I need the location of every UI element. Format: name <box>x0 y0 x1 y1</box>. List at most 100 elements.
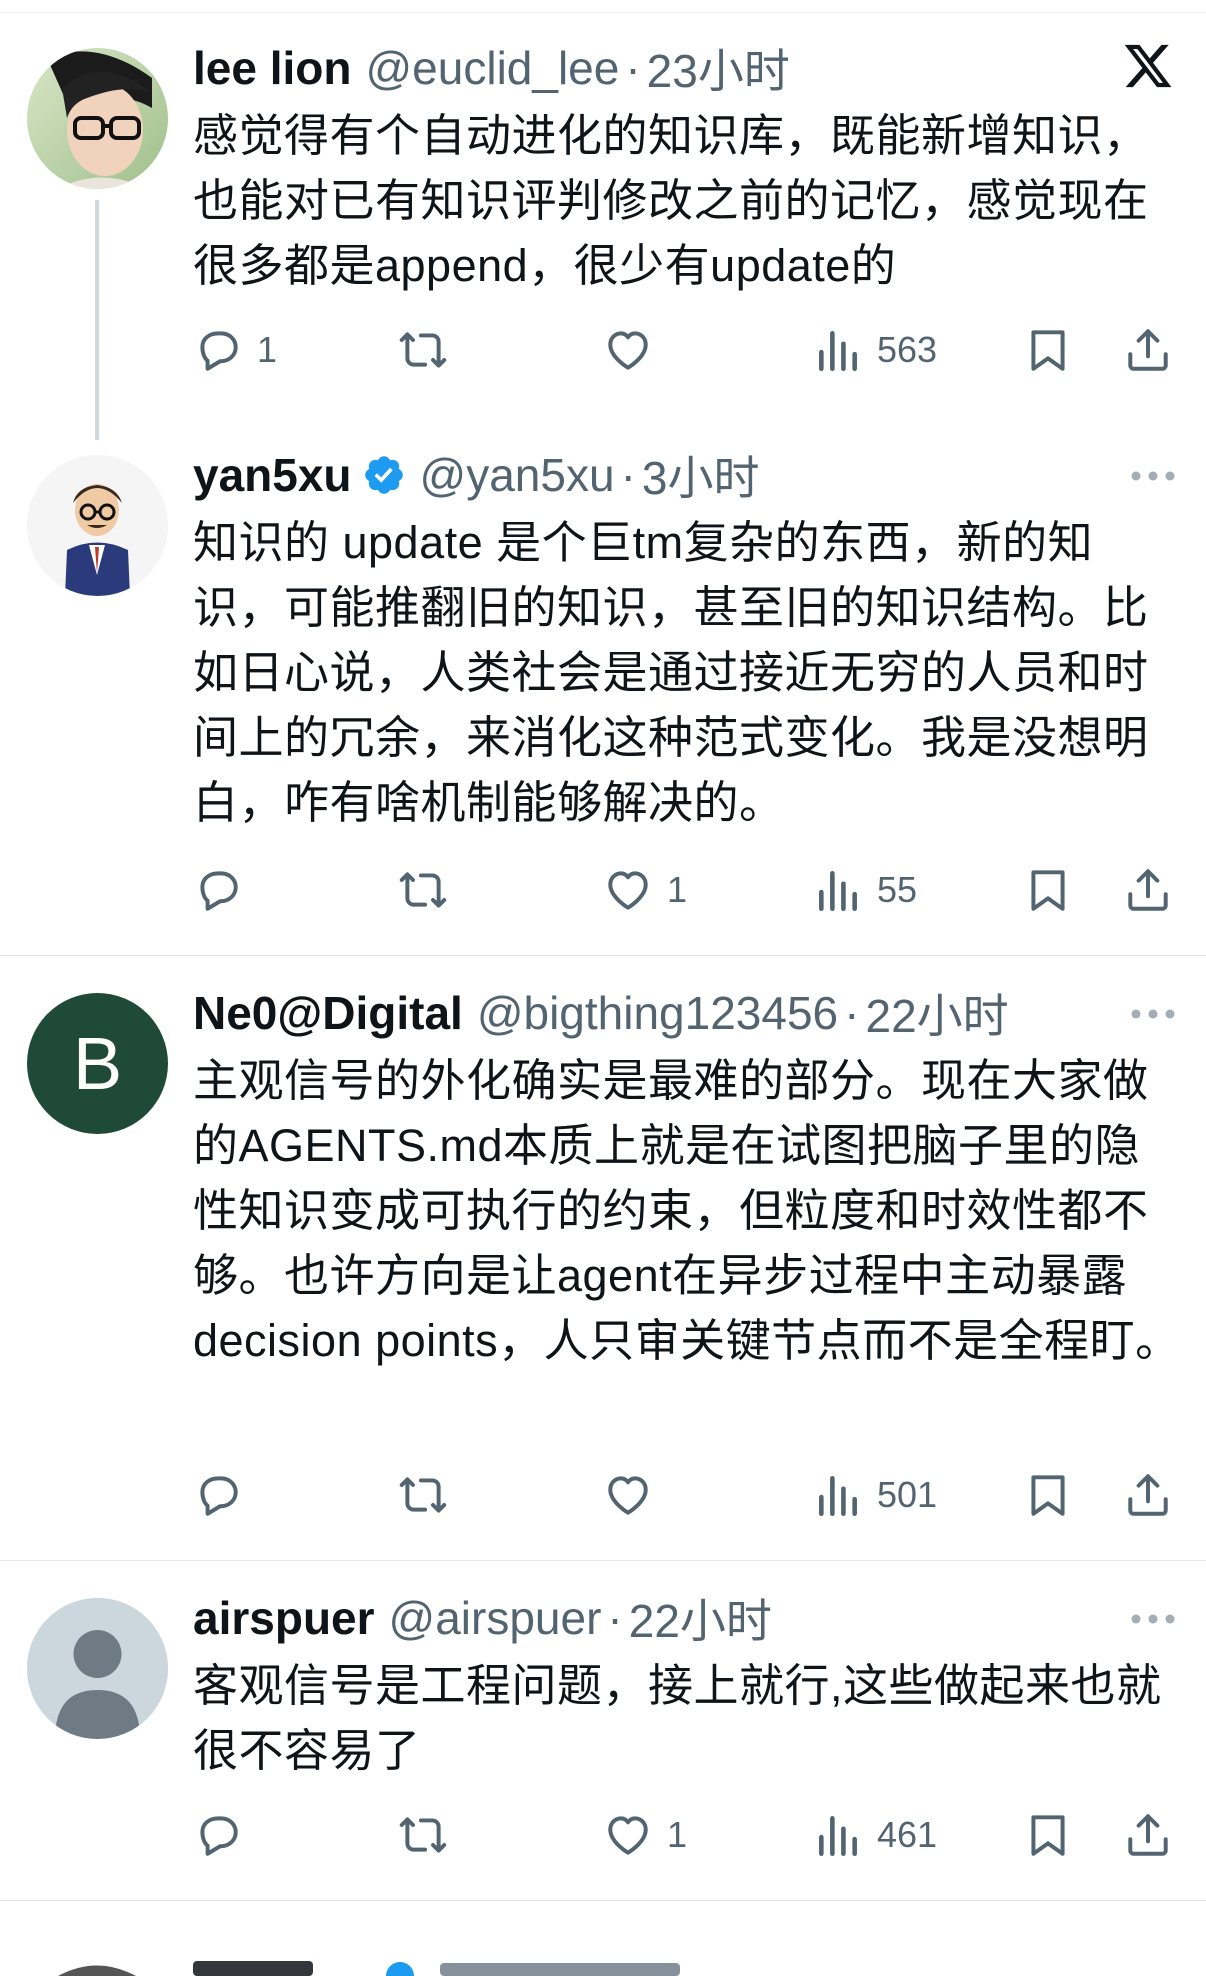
tweet-divider <box>0 955 1206 956</box>
thread-connector-line <box>95 200 99 440</box>
views-chart-icon <box>819 871 857 912</box>
share-button[interactable] <box>1123 1805 1173 1865</box>
retweet-icon <box>399 872 447 908</box>
reply-icon <box>200 1816 238 1856</box>
heart-icon <box>608 871 648 910</box>
more-dots-icon[interactable] <box>1130 1004 1176 1024</box>
action-bar: 1 461 <box>193 1805 1193 1865</box>
like-button[interactable] <box>603 320 667 380</box>
author-name[interactable]: yan5xu <box>193 448 352 502</box>
bookmark-icon <box>1031 330 1065 371</box>
heart-icon <box>608 1476 648 1515</box>
views-count: 55 <box>877 869 918 910</box>
retweet-icon <box>399 332 447 368</box>
next-tweet-cutoff <box>0 1925 1206 1976</box>
bookmark-icon <box>1031 1475 1065 1516</box>
retweet-button[interactable] <box>398 320 448 380</box>
reply-icon <box>200 1476 238 1516</box>
heart-icon <box>608 1816 648 1855</box>
separator-dot: · <box>607 1592 623 1644</box>
retweet-icon <box>399 1817 447 1853</box>
views-button[interactable]: 563 <box>813 320 937 380</box>
more-dots-icon[interactable] <box>1130 466 1176 486</box>
avatar-cartoon-icon <box>27 455 168 596</box>
views-count: 563 <box>877 329 938 370</box>
avatar-yan5xu[interactable] <box>27 455 168 596</box>
reply-icon <box>200 331 238 371</box>
default-profile-icon <box>27 1598 168 1739</box>
avatar-airspuer[interactable] <box>27 1598 168 1739</box>
separator-dot: · <box>620 449 636 501</box>
verified-badge-icon <box>364 456 403 494</box>
tweet-header: airspuer @airspuer · 22小时 <box>193 1588 772 1648</box>
reply-button[interactable] <box>193 860 257 920</box>
author-handle[interactable]: @bigthing123456 <box>477 986 838 1040</box>
action-bar: 1 55 <box>193 860 1193 920</box>
avatar-portrait-icon <box>27 48 168 189</box>
share-icon <box>1128 869 1168 911</box>
author-name[interactable]: lee lion <box>193 41 351 95</box>
author-handle[interactable]: @airspuer <box>389 1591 602 1645</box>
like-button[interactable]: 1 <box>603 1805 687 1865</box>
share-icon <box>1128 1814 1168 1856</box>
retweet-button[interactable] <box>398 860 448 920</box>
author-name[interactable]: Ne0@Digital <box>193 986 463 1040</box>
share-icon <box>1128 1474 1168 1516</box>
tweet-header: yan5xu @yan5xu · 3小时 <box>193 445 759 505</box>
x-logo-icon[interactable] <box>1122 40 1174 92</box>
reply-button[interactable]: 1 <box>193 320 277 380</box>
views-chart-icon <box>819 331 857 372</box>
views-count: 501 <box>877 1474 938 1515</box>
author-handle[interactable]: @yan5xu <box>420 448 615 502</box>
reply-button[interactable] <box>193 1805 257 1865</box>
more-dots-icon[interactable] <box>1130 1609 1176 1629</box>
bookmark-icon <box>1031 870 1065 911</box>
share-button[interactable] <box>1123 320 1173 380</box>
views-chart-icon <box>819 1816 857 1857</box>
separator-dot: · <box>625 42 641 94</box>
tweet-header: Ne0@Digital @bigthing123456 · 22小时 <box>193 983 1009 1043</box>
share-button[interactable] <box>1123 860 1173 920</box>
views-button[interactable]: 461 <box>813 1805 937 1865</box>
timestamp[interactable]: 23小时 <box>647 35 790 101</box>
like-button[interactable]: 1 <box>603 860 687 920</box>
retweet-button[interactable] <box>398 1805 448 1865</box>
retweet-icon <box>399 1477 447 1513</box>
views-button[interactable]: 55 <box>813 860 917 920</box>
heart-icon <box>608 331 648 370</box>
timestamp[interactable]: 22小时 <box>865 980 1008 1046</box>
avatar-neo-digital[interactable]: B <box>27 993 168 1134</box>
share-icon <box>1128 329 1168 371</box>
like-button[interactable] <box>603 1465 667 1525</box>
bookmark-button[interactable] <box>1023 320 1073 380</box>
share-button[interactable] <box>1123 1465 1173 1525</box>
author-handle[interactable]: @euclid_lee <box>365 41 619 95</box>
timestamp[interactable]: 22小时 <box>629 1585 772 1651</box>
cutoff-content-icon <box>58 1961 680 1976</box>
tweet-text: 知识的 update 是个巨tm复杂的东西，新的知识，可能推翻旧的知识，甚至旧的… <box>193 517 1149 828</box>
reply-button[interactable] <box>193 1465 257 1525</box>
avatar-lee-lion[interactable] <box>27 48 168 189</box>
retweet-button[interactable] <box>398 1465 448 1525</box>
bookmark-button[interactable] <box>1023 1805 1073 1865</box>
action-bar: 501 <box>193 1465 1193 1525</box>
action-bar: 1 563 <box>193 320 1193 380</box>
separator-dot: · <box>844 987 860 1039</box>
like-count: 1 <box>667 869 688 910</box>
timestamp[interactable]: 3小时 <box>642 442 760 508</box>
top-divider <box>0 0 1206 13</box>
tweet-divider <box>0 1560 1206 1561</box>
tweet-divider <box>0 1900 1206 1901</box>
views-button[interactable]: 501 <box>813 1465 937 1525</box>
reply-count: 1 <box>257 329 278 370</box>
tweet-text: 主观信号的外化确实是最难的部分。现在大家做的AGENTS.md本质上就是在试图把… <box>193 1055 1181 1366</box>
views-chart-icon <box>819 1476 857 1517</box>
like-count: 1 <box>667 1814 688 1855</box>
tweet-header: lee lion @euclid_lee · 23小时 <box>193 38 790 98</box>
views-count: 461 <box>877 1814 938 1855</box>
author-name[interactable]: airspuer <box>193 1591 375 1645</box>
bookmark-button[interactable] <box>1023 860 1073 920</box>
avatar-letter: B <box>72 1022 123 1105</box>
reply-icon <box>200 871 238 911</box>
bookmark-button[interactable] <box>1023 1465 1073 1525</box>
